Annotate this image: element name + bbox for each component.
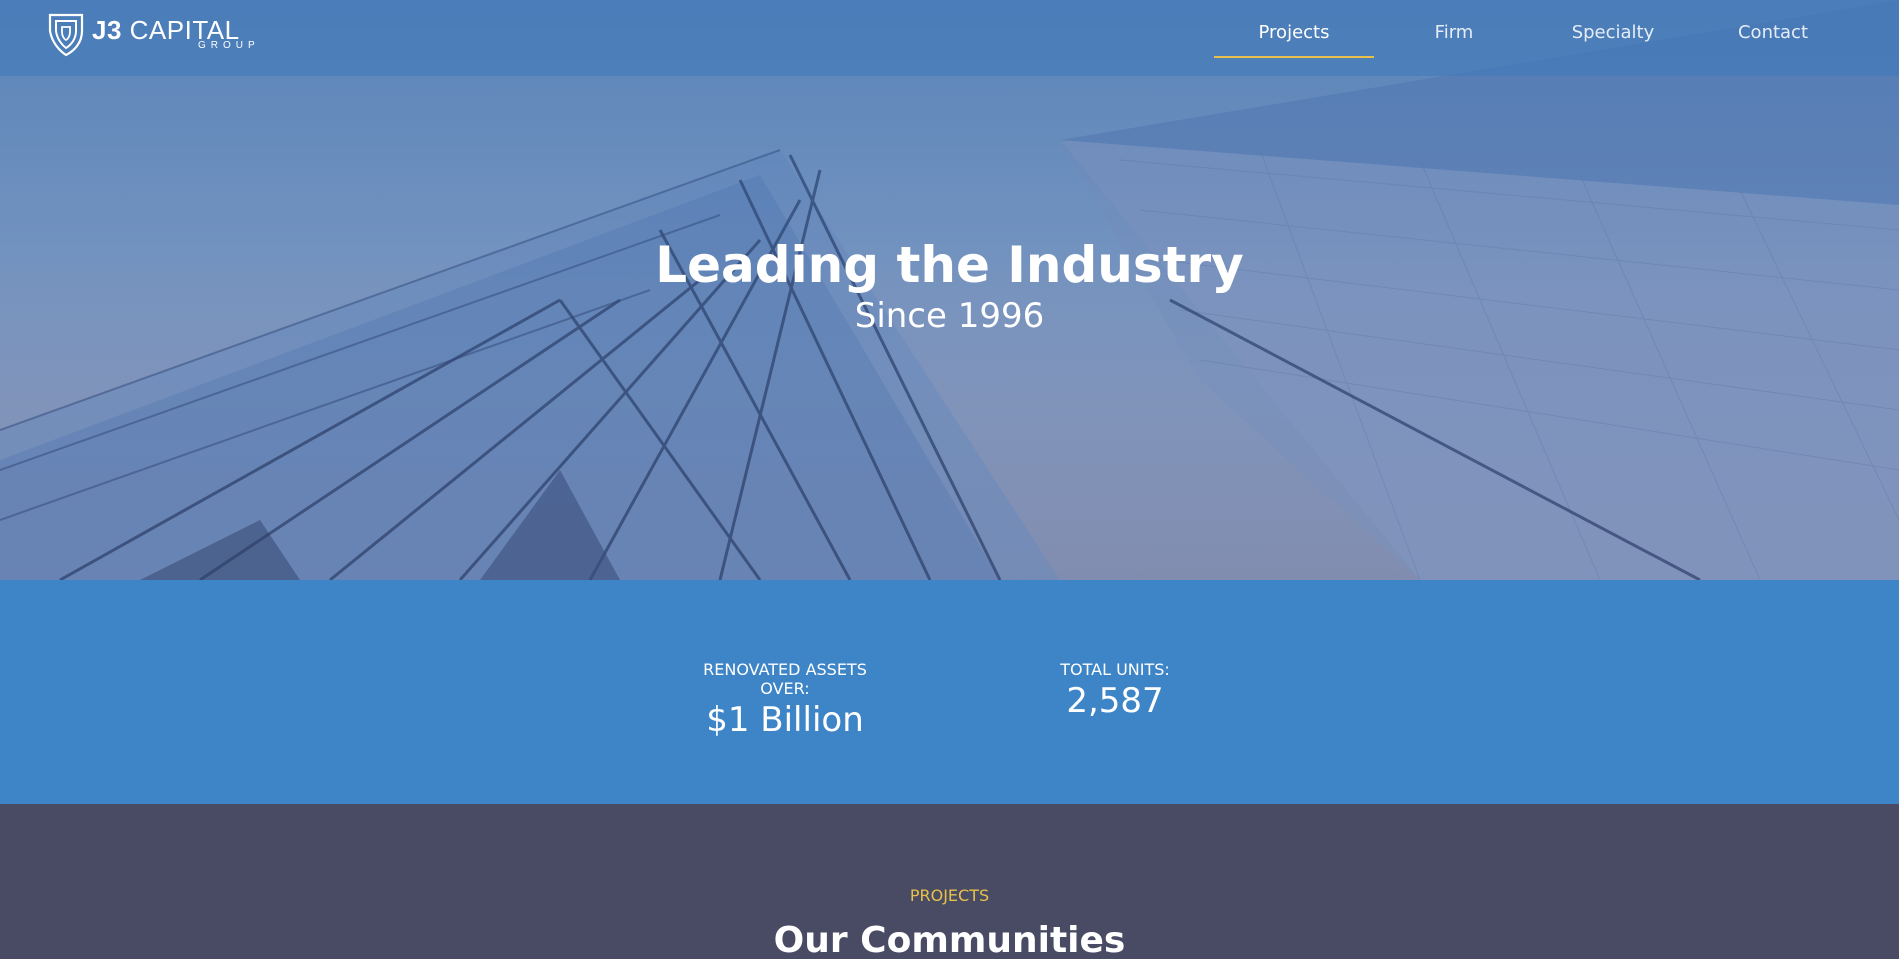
stat-label: TOTAL UNITS:	[1060, 660, 1170, 679]
stat-value: 2,587	[1066, 681, 1164, 721]
nav-item-firm[interactable]: Firm	[1374, 22, 1534, 58]
brand-subtitle: GROUP	[198, 40, 260, 51]
nav-item-contact[interactable]: Contact	[1693, 22, 1853, 58]
hero-subtitle: Since 1996	[854, 296, 1045, 336]
stats-section: RENOVATED ASSETS OVER: $1 Billion TOTAL …	[0, 580, 1899, 804]
stat-label: RENOVATED ASSETS OVER:	[703, 660, 867, 698]
page: J3 CAPITAL GROUP Projects Firm Specialty…	[0, 0, 1899, 959]
projects-title: Our Communities	[773, 920, 1126, 959]
top-navbar: J3 CAPITAL GROUP Projects Firm Specialty…	[0, 0, 1899, 76]
hero-section: J3 CAPITAL GROUP Projects Firm Specialty…	[0, 0, 1899, 580]
nav-item-specialty[interactable]: Specialty	[1533, 22, 1693, 58]
shield-logo-icon	[48, 13, 84, 57]
projects-section: PROJECTS Our Communities	[0, 804, 1899, 959]
hero-title: Leading the Industry	[655, 236, 1244, 294]
stat-total-units: TOTAL UNITS: 2,587	[1040, 660, 1190, 721]
nav-item-projects[interactable]: Projects	[1214, 22, 1374, 58]
stat-renovated-assets: RENOVATED ASSETS OVER: $1 Billion	[680, 660, 890, 740]
stat-value: $1 Billion	[706, 700, 864, 740]
brand-logo[interactable]: J3 CAPITAL GROUP	[48, 13, 255, 57]
projects-kicker: PROJECTS	[909, 886, 990, 905]
